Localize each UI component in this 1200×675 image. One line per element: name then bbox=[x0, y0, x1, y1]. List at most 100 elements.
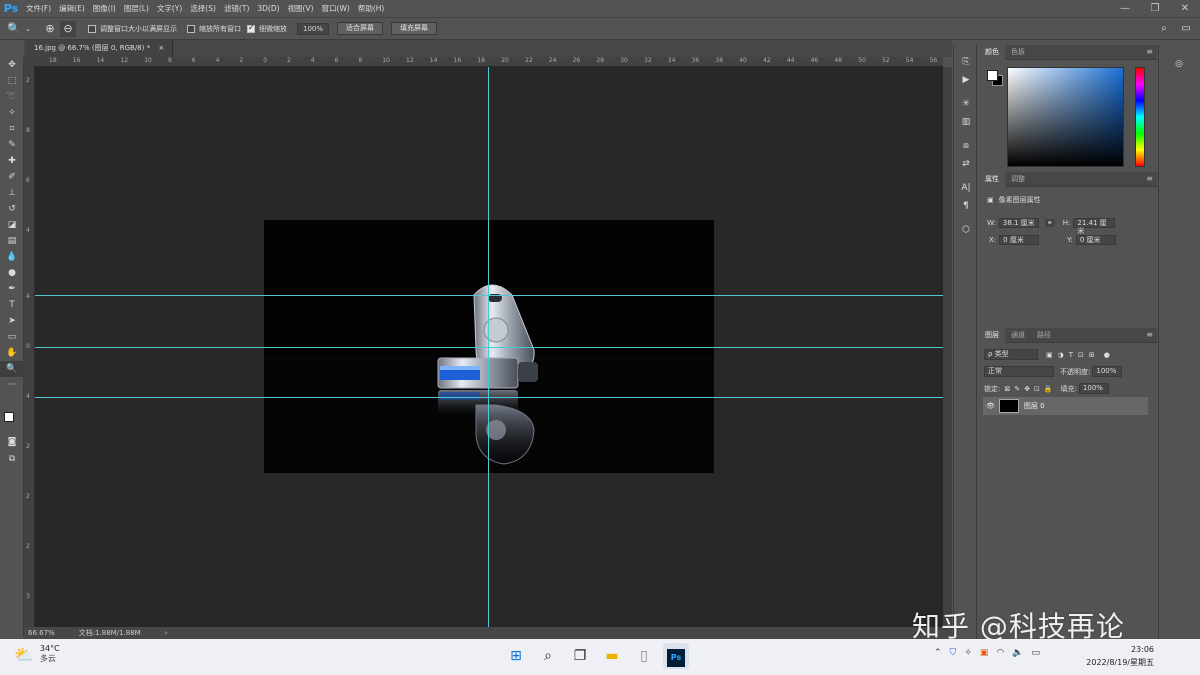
document-tab[interactable]: 16.jpg @ 66.7% (图层 0, RGB/8) * × bbox=[26, 40, 174, 57]
layer-filter-select[interactable]: ρ 类型 bbox=[984, 349, 1038, 360]
weather-widget[interactable]: ⛅ 34°C 多云 bbox=[14, 644, 60, 664]
foreground-color-swatch[interactable] bbox=[4, 412, 14, 422]
scrubby-zoom-checkbox[interactable]: 细微缩放 bbox=[247, 23, 287, 34]
libraries-icon[interactable]: ◎ bbox=[1167, 55, 1191, 73]
fill-field[interactable]: 100% bbox=[1078, 383, 1109, 394]
history-brush-tool-icon[interactable]: ↺ bbox=[0, 201, 24, 217]
menu-file[interactable]: 文件(F) bbox=[22, 3, 55, 14]
security-icon[interactable]: ⛉ bbox=[950, 648, 957, 658]
layer-name[interactable]: 图层 0 bbox=[1024, 401, 1045, 411]
height-field[interactable]: 21.41 厘米 bbox=[1073, 218, 1116, 235]
eye-icon[interactable]: 👁 bbox=[986, 402, 995, 410]
tab-adjustments[interactable]: 调整 bbox=[1005, 172, 1031, 187]
task-view-icon[interactable]: ❐ bbox=[567, 643, 593, 669]
healing-brush-tool-icon[interactable]: ✚ bbox=[0, 153, 24, 169]
menu-edit[interactable]: 编辑(E) bbox=[55, 3, 89, 14]
eraser-tool-icon[interactable]: ◪ bbox=[0, 217, 24, 233]
zoom-tool-icon[interactable]: 🔍 bbox=[0, 361, 24, 377]
panel-menu-icon[interactable]: ≡ bbox=[1146, 47, 1153, 56]
menu-window[interactable]: 窗口(W) bbox=[318, 3, 354, 14]
more-tools-icon[interactable]: ··· bbox=[0, 377, 24, 393]
opacity-field[interactable]: 100% bbox=[1092, 366, 1123, 377]
clone-stamp-tool-icon[interactable]: ⊥ bbox=[0, 185, 24, 201]
hand-tool-icon[interactable]: ✋ bbox=[0, 345, 24, 361]
file-explorer-icon[interactable]: ▬ bbox=[599, 643, 625, 669]
type-tool-icon[interactable]: T bbox=[0, 297, 24, 313]
layer-row[interactable]: 👁 图层 0 bbox=[983, 397, 1148, 415]
filter-toggle-icon[interactable]: ● bbox=[1104, 351, 1110, 359]
lock-icons[interactable]: ⊠✎✥⊡🔒 bbox=[1004, 385, 1056, 393]
battery-icon[interactable]: ▭ bbox=[1031, 648, 1040, 658]
clone-source-icon[interactable]: ⧈ bbox=[954, 137, 978, 155]
zoom-tool-icon[interactable]: 🔍 bbox=[6, 21, 22, 37]
menu-layer[interactable]: 图层(L) bbox=[120, 3, 153, 14]
quick-mask-icon[interactable]: ◙ bbox=[0, 434, 24, 450]
menu-type[interactable]: 文字(Y) bbox=[153, 3, 186, 14]
fit-screen-button[interactable]: 适合屏幕 bbox=[337, 22, 383, 35]
paragraph-icon[interactable]: ¶ bbox=[954, 197, 978, 215]
screen-mode-icon[interactable]: ⧉ bbox=[0, 451, 24, 467]
zoom-all-checkbox[interactable]: 缩放所有窗口 bbox=[187, 24, 241, 34]
move-tool-icon[interactable]: ✥ bbox=[0, 57, 24, 73]
photoshop-taskbar-icon[interactable]: Ps bbox=[663, 643, 689, 669]
zoom-in-icon[interactable]: ⊕ bbox=[42, 21, 58, 37]
marquee-tool-icon[interactable]: ⬚ bbox=[0, 73, 24, 89]
color-picker-field[interactable] bbox=[1007, 67, 1124, 167]
tab-properties[interactable]: 属性 bbox=[979, 171, 1005, 187]
checkbox-box[interactable] bbox=[247, 23, 255, 33]
zoom-value-field[interactable]: 100% bbox=[297, 22, 329, 35]
panel-menu-icon[interactable]: ≡ bbox=[1146, 330, 1153, 339]
link-icon[interactable]: ⚭ bbox=[1044, 219, 1055, 227]
app-icon[interactable]: ▯ bbox=[631, 643, 657, 669]
lasso-tool-icon[interactable]: ➰ bbox=[0, 89, 24, 105]
status-menu-arrow[interactable]: › bbox=[165, 627, 168, 639]
menu-image[interactable]: 图像(I) bbox=[89, 3, 120, 14]
panel-menu-icon[interactable]: ≡ bbox=[1146, 174, 1153, 183]
horizontal-guide-bottom[interactable] bbox=[35, 397, 943, 398]
magic-wand-tool-icon[interactable]: ✧ bbox=[0, 105, 24, 121]
x-field[interactable]: 0 厘米 bbox=[999, 235, 1040, 245]
zoom-out-icon[interactable]: ⊖ bbox=[60, 20, 76, 37]
wifi-icon[interactable]: ◠ bbox=[996, 648, 1004, 658]
fill-screen-button[interactable]: 填充屏幕 bbox=[391, 22, 437, 35]
brush-tool-icon[interactable]: ✐ bbox=[0, 169, 24, 185]
photoshop-logo[interactable]: Ps bbox=[0, 0, 22, 17]
pen-tool-icon[interactable]: ✒ bbox=[0, 281, 24, 297]
menu-3d[interactable]: 3D(D) bbox=[253, 4, 283, 13]
checkbox-box[interactable] bbox=[88, 24, 96, 33]
checkbox-box[interactable] bbox=[187, 24, 195, 33]
workspace-icon[interactable]: ▭ bbox=[1178, 21, 1194, 37]
brushes-icon[interactable]: ▥ bbox=[954, 113, 978, 131]
layer-filter-icons[interactable]: ▣◑T⊡⊞ bbox=[1046, 351, 1100, 359]
tray-app-icon-2[interactable]: ▣ bbox=[980, 648, 989, 658]
menu-select[interactable]: 选择(S) bbox=[186, 3, 220, 14]
maximize-icon[interactable]: ❐ bbox=[1140, 0, 1170, 17]
y-field[interactable]: 0 厘米 bbox=[1075, 235, 1116, 245]
clock[interactable]: 23:06 2022/8/19/星期五 bbox=[1086, 643, 1154, 669]
3d-icon[interactable]: ⬡ bbox=[954, 221, 978, 239]
hue-slider[interactable] bbox=[1135, 67, 1145, 167]
history-icon[interactable]: ⎘ bbox=[954, 53, 978, 71]
vertical-scrollbar[interactable] bbox=[943, 67, 952, 627]
resize-windows-checkbox[interactable]: 调整窗口大小以满屏显示 bbox=[88, 24, 177, 34]
menu-help[interactable]: 帮助(H) bbox=[354, 3, 389, 14]
tab-swatches[interactable]: 色板 bbox=[1005, 45, 1031, 60]
horizontal-guide-top[interactable] bbox=[35, 295, 943, 296]
blur-tool-icon[interactable]: 💧 bbox=[0, 249, 24, 265]
tab-channels[interactable]: 通道 bbox=[1005, 328, 1031, 343]
volume-icon[interactable]: 🔈 bbox=[1012, 648, 1023, 658]
brush-settings-icon[interactable]: ✳ bbox=[954, 95, 978, 113]
tab-color[interactable]: 颜色 bbox=[979, 44, 1005, 60]
width-field[interactable]: 38.1 厘米 bbox=[998, 218, 1039, 228]
tray-app-icon[interactable]: ✧ bbox=[964, 648, 972, 658]
actions-play-icon[interactable]: ▶ bbox=[954, 71, 978, 89]
foreground-color-swatch[interactable] bbox=[987, 70, 998, 81]
tab-layers[interactable]: 图层 bbox=[979, 327, 1005, 343]
chevron-down-icon[interactable]: ⌄ bbox=[24, 21, 32, 37]
close-icon[interactable]: ✕ bbox=[1170, 0, 1200, 17]
path-selection-tool-icon[interactable]: ➤ bbox=[0, 313, 24, 329]
search-icon[interactable]: ⌕ bbox=[1156, 21, 1172, 37]
search-icon[interactable]: ⌕ bbox=[535, 643, 561, 669]
tab-paths[interactable]: 路径 bbox=[1031, 328, 1057, 343]
menu-filter[interactable]: 滤镜(T) bbox=[220, 3, 253, 14]
